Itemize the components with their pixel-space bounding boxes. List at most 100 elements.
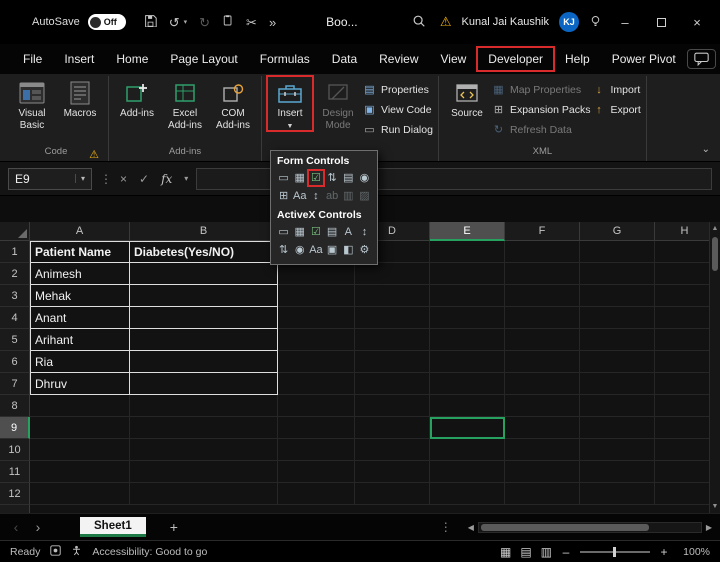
cell-E5[interactable]: [430, 329, 505, 351]
cell-E3[interactable]: [430, 285, 505, 307]
scroll-right-icon[interactable]: ▶: [706, 523, 712, 532]
horizontal-scrollbar-thumb[interactable]: [481, 524, 649, 531]
cell-D6[interactable]: [355, 351, 430, 373]
row-header-4[interactable]: 4: [0, 307, 30, 329]
cut-icon[interactable]: ✂: [246, 16, 257, 29]
enter-icon[interactable]: ✓: [139, 172, 149, 186]
row-header-10[interactable]: 10: [0, 439, 30, 461]
cell-D11[interactable]: [355, 461, 430, 483]
cell-F11[interactable]: [505, 461, 580, 483]
cell-D9[interactable]: [355, 417, 430, 439]
next-sheet-icon[interactable]: ›: [30, 519, 46, 535]
scroll-bar-control-icon[interactable]: ↕: [357, 224, 372, 240]
cancel-icon[interactable]: ×: [120, 172, 127, 186]
export-button[interactable]: ↑Export: [593, 104, 641, 116]
row-header-5[interactable]: 5: [0, 329, 30, 351]
cell-E6[interactable]: [430, 351, 505, 373]
tab-view[interactable]: View: [430, 47, 478, 71]
cell-G8[interactable]: [580, 395, 655, 417]
cell-G2[interactable]: [580, 263, 655, 285]
cell-C7[interactable]: [278, 373, 355, 395]
option-button-control-icon[interactable]: ◉: [357, 170, 372, 186]
cell-D10[interactable]: [355, 439, 430, 461]
cell-C11[interactable]: [278, 461, 355, 483]
tab-help[interactable]: Help: [554, 47, 601, 71]
cell-E10[interactable]: [430, 439, 505, 461]
cell-F9[interactable]: [505, 417, 580, 439]
tab-home[interactable]: Home: [105, 47, 159, 71]
cell-G1[interactable]: [580, 241, 655, 263]
cell-E1[interactable]: [430, 241, 505, 263]
image-control-icon[interactable]: ▣: [325, 242, 340, 258]
accessibility-status[interactable]: Accessibility: Good to go: [92, 546, 207, 558]
comments-button[interactable]: [687, 49, 716, 69]
cell-B10[interactable]: [130, 439, 278, 461]
command-button-control-icon[interactable]: ▭: [276, 224, 291, 240]
cell-B6[interactable]: [130, 351, 278, 373]
cell-C12[interactable]: [278, 483, 355, 505]
column-header-A[interactable]: A: [30, 222, 130, 241]
cell-A11[interactable]: [30, 461, 130, 483]
cell-F12[interactable]: [505, 483, 580, 505]
maximize-button[interactable]: [648, 15, 674, 30]
column-header-H[interactable]: H: [655, 222, 709, 241]
cell-F5[interactable]: [505, 329, 580, 351]
cell-H4[interactable]: [655, 307, 709, 329]
visual-basic-button[interactable]: Visual Basic: [9, 76, 55, 131]
cell-H10[interactable]: [655, 439, 709, 461]
cell-C10[interactable]: [278, 439, 355, 461]
cell-E7[interactable]: [430, 373, 505, 395]
save-icon[interactable]: [144, 14, 157, 30]
macros-button[interactable]: Macros: [57, 76, 103, 120]
cell-D7[interactable]: [355, 373, 430, 395]
text-box-control-icon[interactable]: A: [341, 224, 356, 240]
row-header-7[interactable]: 7: [0, 373, 30, 395]
label-control-icon[interactable]: Aa: [308, 242, 323, 258]
cell-A4[interactable]: Anant: [30, 307, 130, 329]
option-button-control-icon[interactable]: ◉: [292, 242, 307, 258]
scroll-left-icon[interactable]: ◀: [468, 523, 474, 532]
cell-B12[interactable]: [130, 483, 278, 505]
row-header-9[interactable]: 9: [0, 417, 30, 439]
cell-E4[interactable]: [430, 307, 505, 329]
scroll-bar-control-icon[interactable]: ↕: [308, 188, 323, 204]
cell-F2[interactable]: [505, 263, 580, 285]
cell-A1[interactable]: Patient Name: [30, 241, 130, 263]
cell-H2[interactable]: [655, 263, 709, 285]
cell-D4[interactable]: [355, 307, 430, 329]
cell-F8[interactable]: [505, 395, 580, 417]
cell-A2[interactable]: Animesh: [30, 263, 130, 285]
toggle-button-control-icon[interactable]: ◧: [341, 242, 356, 258]
add-ins-button[interactable]: Add-ins: [114, 76, 160, 120]
more-commands-icon[interactable]: »: [269, 16, 276, 29]
tab-data[interactable]: Data: [321, 47, 368, 71]
cell-G5[interactable]: [580, 329, 655, 351]
page-layout-view-icon[interactable]: ▤: [520, 545, 531, 559]
collapse-ribbon-icon[interactable]: ⌄: [702, 144, 710, 155]
cell-G10[interactable]: [580, 439, 655, 461]
cell-D2[interactable]: [355, 263, 430, 285]
cell-B1[interactable]: Diabetes(Yes/NO): [130, 241, 278, 263]
tab-formulas[interactable]: Formulas: [249, 47, 321, 71]
cell-H1[interactable]: [655, 241, 709, 263]
add-sheet-button[interactable]: +: [170, 519, 178, 535]
tab-file[interactable]: File: [12, 47, 53, 71]
cell-A5[interactable]: Arihant: [30, 329, 130, 351]
list-box-control-icon[interactable]: ▤: [341, 170, 356, 186]
tab-developer[interactable]: Developer: [477, 47, 554, 71]
cell-B2[interactable]: [130, 263, 278, 285]
source-button[interactable]: Source: [444, 76, 490, 120]
prev-sheet-icon[interactable]: ‹: [8, 519, 24, 535]
combo-drop-control-icon[interactable]: ▨: [357, 188, 372, 204]
cell-B11[interactable]: [130, 461, 278, 483]
cell-B5[interactable]: [130, 329, 278, 351]
cell-H5[interactable]: [655, 329, 709, 351]
cell-B9[interactable]: [130, 417, 278, 439]
autosave-toggle[interactable]: Off: [88, 14, 126, 30]
row-header-11[interactable]: 11: [0, 461, 30, 483]
row-header-2[interactable]: 2: [0, 263, 30, 285]
cell-H8[interactable]: [655, 395, 709, 417]
zoom-level[interactable]: 100%: [678, 546, 710, 558]
column-header-E[interactable]: E: [430, 222, 505, 241]
combo-box-control-icon[interactable]: ▦: [292, 224, 307, 240]
